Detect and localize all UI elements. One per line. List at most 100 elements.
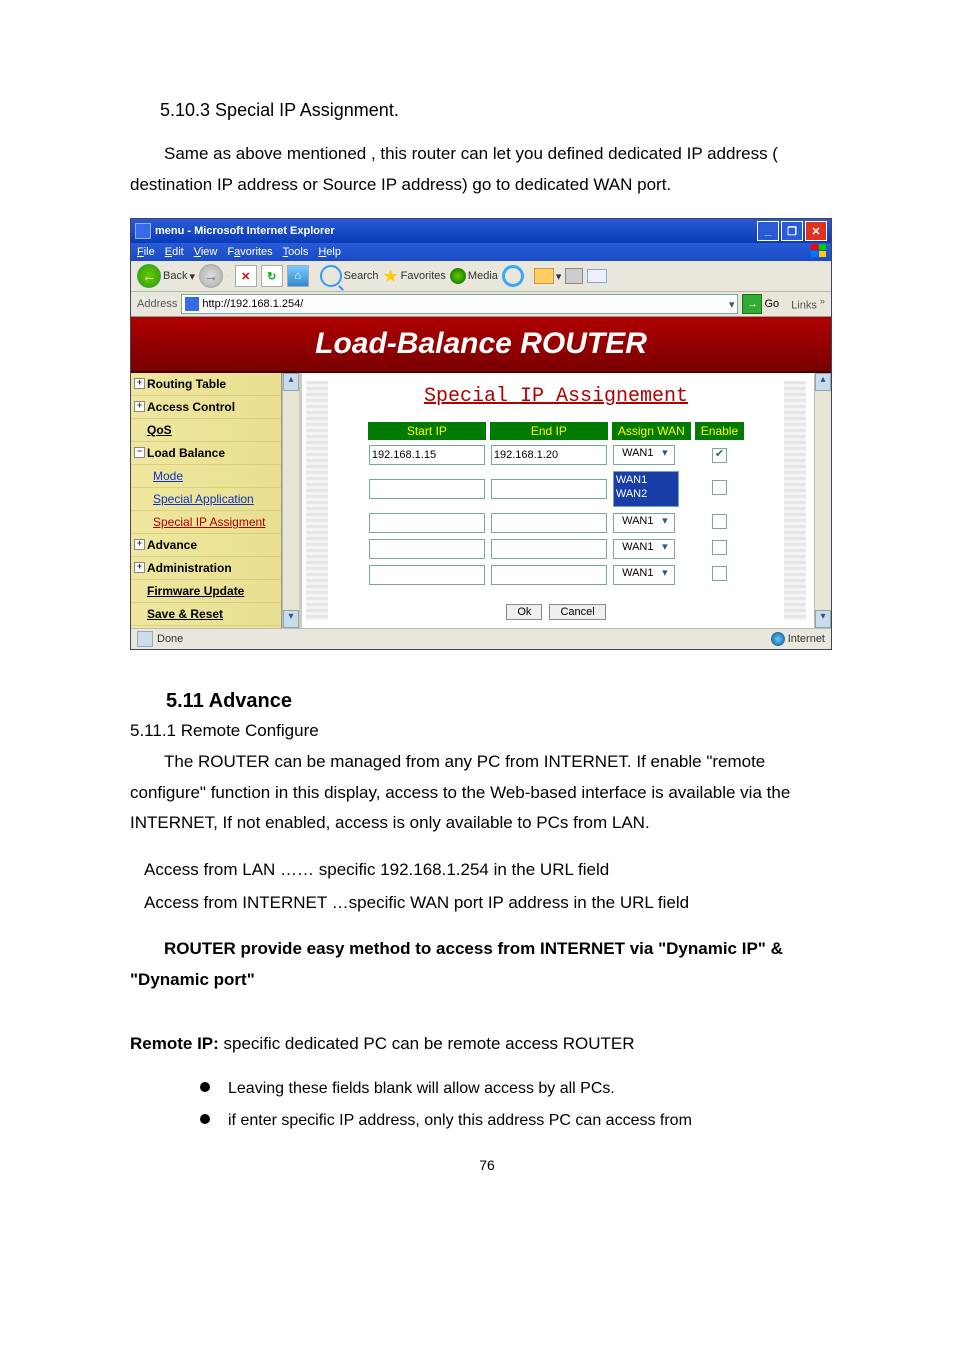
plus-icon[interactable]: + [134,401,145,412]
col-start-ip: Start IP [368,422,486,440]
start-ip-input[interactable] [369,479,485,499]
scroll-up-icon[interactable]: ▴ [815,373,831,391]
search-button[interactable]: Search [320,265,379,287]
assign-wan-select[interactable]: WAN1▾ [613,565,675,585]
stop-button[interactable]: ✕ [235,265,257,287]
sidebar-item-save[interactable]: Save & Reset [131,603,281,626]
window-close-button[interactable]: ✕ [805,221,827,241]
col-enable: Enable [695,422,744,440]
assign-wan-select[interactable]: WAN1▾ [613,445,675,465]
print-button[interactable] [565,268,583,284]
window-title: menu - Microsoft Internet Explorer [155,225,755,237]
section-5-11-head: 5.11 Advance [166,690,844,713]
ok-button[interactable]: Ok [506,604,542,620]
enable-checkbox[interactable] [712,448,727,463]
plus-icon[interactable]: + [134,562,145,573]
go-button[interactable]: → [742,294,762,314]
access-from-internet: Access from INTERNET …specific WAN port … [144,888,844,919]
scroll-up-icon[interactable]: ▴ [283,373,299,391]
start-ip-input[interactable] [369,445,485,465]
forward-button[interactable]: → [199,264,223,288]
back-button[interactable]: ← Back ▾ [137,264,195,288]
menu-file[interactable]: File [137,246,155,258]
go-label: Go [764,298,779,310]
scroll-down-icon[interactable]: ▾ [283,610,299,628]
sidebar-scrollbar[interactable]: ▴ ▾ [282,373,299,628]
enable-checkbox[interactable] [712,480,727,495]
col-assign-wan: Assign WAN [612,422,691,440]
enable-checkbox[interactable] [712,514,727,529]
history-button[interactable] [502,265,524,287]
address-value: http://192.168.1.254/ [202,298,303,310]
sidebar-item-special-app[interactable]: Special Application [131,488,281,511]
bullet-icon [200,1082,210,1092]
end-ip-input[interactable] [491,479,607,499]
ip-assignment-table: Start IP End IP Assign WAN Enable WAN1▾ W… [364,418,748,590]
favorites-button[interactable]: ★ Favorites [383,266,446,287]
page-icon [185,297,199,311]
menu-favorites[interactable]: Favorites [227,246,272,258]
ie-icon [135,223,151,239]
sidebar: +Routing Table +Access Control QoS −Load… [131,373,282,628]
plus-icon[interactable]: + [134,539,145,550]
end-ip-input[interactable] [491,539,607,559]
dynamic-ip-note: ROUTER provide easy method to access fro… [130,934,844,995]
sidebar-item-firmware[interactable]: Firmware Update [131,580,281,603]
address-input[interactable]: http://192.168.1.254/ ▾ [181,294,738,314]
media-button[interactable]: Media [450,268,498,284]
remote-ip-line: Remote IP: specific dedicated PC can be … [130,1029,844,1060]
enable-checkbox[interactable] [712,566,727,581]
assign-wan-select[interactable]: WAN1▾ [613,539,675,559]
sidebar-item-special-ip[interactable]: Special IP Assigment [131,511,281,534]
table-row: WAN1▾ [368,538,744,560]
start-ip-input[interactable] [369,565,485,585]
start-ip-input[interactable] [369,539,485,559]
scroll-down-icon[interactable]: ▾ [815,610,831,628]
col-end-ip: End IP [490,422,608,440]
menu-edit[interactable]: Edit [165,246,184,258]
enable-checkbox[interactable] [712,540,727,555]
sidebar-item-routing[interactable]: +Routing Table [131,373,281,396]
home-button[interactable]: ⌂ [287,265,309,287]
sidebar-item-admin[interactable]: +Administration [131,557,281,580]
ie-window: menu - Microsoft Internet Explorer _ ❐ ✕… [130,218,832,650]
links-label[interactable]: Links » [791,296,825,312]
sidebar-item-mode[interactable]: Mode [131,465,281,488]
windows-flag-icon [811,244,827,258]
table-row: WAN1▾ [368,444,744,466]
section-5-10-3-head: 5.10.3 Special IP Assignment. [160,100,844,121]
end-ip-input[interactable] [491,565,607,585]
internet-zone-icon [771,632,785,646]
cancel-button[interactable]: Cancel [549,604,605,620]
menu-bar: File Edit View Favorites Tools Help [131,243,831,261]
window-maximize-button[interactable]: ❐ [781,221,803,241]
folders-button[interactable]: ▾ [534,268,562,284]
assign-wan-select[interactable]: WAN1▾ [613,513,675,533]
menu-view[interactable]: View [194,246,218,258]
menu-help[interactable]: Help [318,246,341,258]
menu-tools[interactable]: Tools [283,246,309,258]
sidebar-item-access[interactable]: +Access Control [131,396,281,419]
end-ip-input[interactable] [491,513,607,533]
plus-icon[interactable]: + [134,378,145,389]
folder-icon [534,268,554,284]
right-edge-decoration [784,381,806,620]
address-label: Address [137,298,177,310]
window-minimize-button[interactable]: _ [757,221,779,241]
done-icon [137,631,153,647]
sidebar-item-qos[interactable]: QoS [131,419,281,442]
refresh-button[interactable]: ↻ [261,265,283,287]
end-ip-input[interactable] [491,445,607,465]
minus-icon[interactable]: − [134,447,145,458]
table-row: WAN1▾ [368,564,744,586]
history-icon [502,265,524,287]
sidebar-item-loadbalance[interactable]: −Load Balance [131,442,281,465]
sidebar-item-advance[interactable]: +Advance [131,534,281,557]
status-bar: Done Internet [131,628,831,649]
mail-button[interactable] [587,269,607,283]
start-ip-input[interactable] [369,513,485,533]
page-number: 76 [130,1157,844,1173]
assign-wan-select[interactable]: WAN1WAN2 [613,471,679,507]
address-bar: Address http://192.168.1.254/ ▾ → Go Lin… [131,292,831,317]
main-scrollbar[interactable]: ▴ ▾ [814,373,831,628]
